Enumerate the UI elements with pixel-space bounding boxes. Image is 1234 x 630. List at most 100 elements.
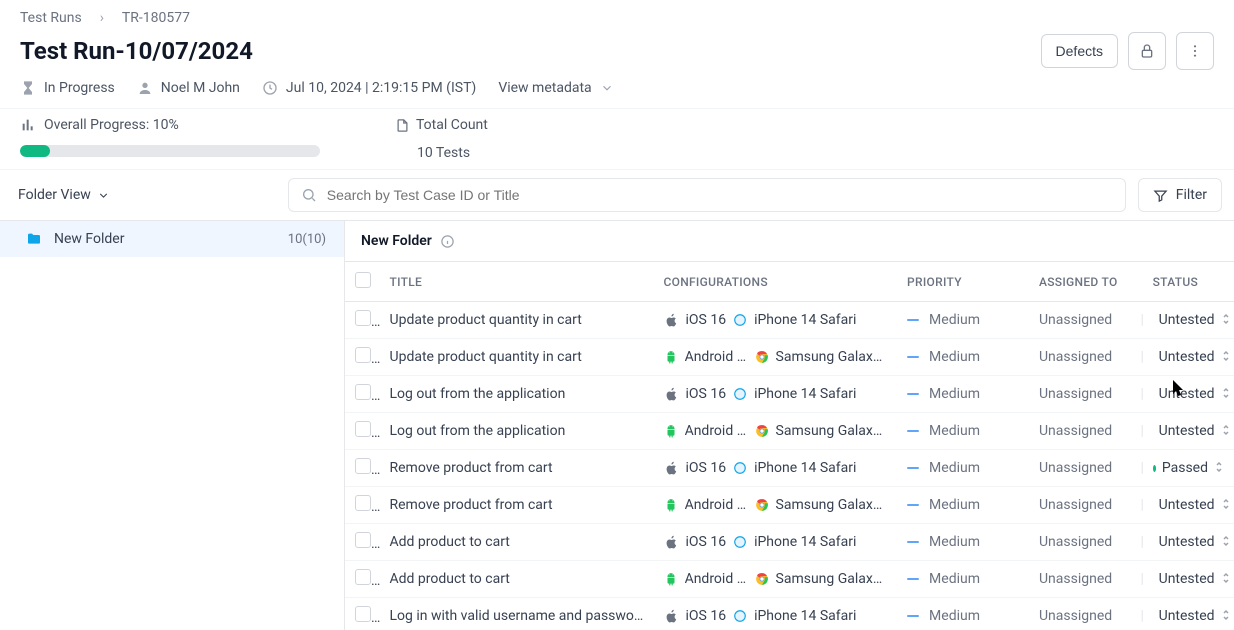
chevron-down-icon — [97, 189, 110, 202]
priority-dash-icon — [907, 615, 919, 617]
priority-dash-icon — [907, 356, 919, 358]
filter-icon — [1153, 188, 1168, 203]
status-label: Untested — [1159, 349, 1215, 365]
filter-button[interactable]: Filter — [1138, 178, 1222, 212]
column-priority[interactable]: PRIORITY — [897, 262, 1029, 302]
sidebar-folder-item[interactable]: New Folder 10(10) — [0, 221, 344, 257]
row-checkbox[interactable] — [355, 347, 371, 363]
row-status[interactable]: Untested — [1153, 534, 1224, 551]
folder-view-label: Folder View — [18, 187, 91, 203]
row-status[interactable]: Untested — [1153, 386, 1224, 403]
page-title: Test Run-10/07/2024 — [20, 37, 253, 65]
status-select-icon[interactable] — [1221, 312, 1231, 329]
row-checkbox[interactable] — [355, 532, 371, 548]
folder-view-dropdown[interactable]: Folder View — [12, 181, 116, 209]
status-select-icon[interactable] — [1221, 534, 1231, 551]
row-status[interactable]: Untested — [1153, 423, 1224, 440]
table-row[interactable]: Add product to cartAndroid 13Samsung Gal… — [345, 561, 1234, 598]
row-status[interactable]: Untested — [1153, 608, 1224, 625]
row-priority: Medium — [907, 349, 1019, 365]
status-select-icon[interactable] — [1221, 497, 1231, 514]
row-status[interactable]: Untested — [1153, 497, 1224, 514]
progress-bar — [20, 145, 320, 157]
row-assigned: Unassigned — [1029, 561, 1130, 598]
priority-dash-icon — [907, 319, 919, 321]
row-priority: Medium — [907, 386, 1019, 402]
select-all-checkbox[interactable] — [355, 272, 371, 288]
priority-dash-icon — [907, 504, 919, 506]
row-assigned: Unassigned — [1029, 413, 1130, 450]
table-row[interactable]: Remove product from cartiOS 16iPhone 14 … — [345, 450, 1234, 487]
breadcrumb-root[interactable]: Test Runs — [20, 10, 82, 26]
apple-icon — [664, 312, 680, 328]
person-icon — [137, 80, 153, 96]
column-title[interactable]: TITLE — [380, 262, 654, 302]
android-icon — [664, 349, 679, 365]
device-label: iPhone 14 Safari — [754, 386, 856, 402]
search-input[interactable] — [327, 187, 1113, 203]
row-status[interactable]: Untested — [1153, 571, 1224, 588]
row-checkbox[interactable] — [355, 495, 371, 511]
table-row[interactable]: Log out from the applicationAndroid 13Sa… — [345, 413, 1234, 450]
breadcrumb-id[interactable]: TR-180577 — [122, 10, 190, 26]
row-priority: Medium — [907, 423, 1019, 439]
row-title: Add product to cart — [380, 524, 654, 561]
lock-button[interactable] — [1128, 32, 1166, 70]
defects-button[interactable]: Defects — [1041, 34, 1118, 68]
status-select-icon[interactable] — [1221, 423, 1231, 440]
view-metadata-button[interactable]: View metadata — [498, 80, 613, 96]
search-box[interactable] — [288, 178, 1126, 212]
priority-dash-icon — [907, 541, 919, 543]
device-label: Samsung Galaxy ... — [776, 349, 888, 365]
row-checkbox[interactable] — [355, 458, 371, 474]
datetime-item: Jul 10, 2024 | 2:19:15 PM (IST) — [262, 80, 476, 96]
row-checkbox[interactable] — [355, 421, 371, 437]
info-icon[interactable] — [440, 234, 455, 249]
table-row[interactable]: Update product quantity in cartiOS 16iPh… — [345, 302, 1234, 339]
test-cases-table: TITLE CONFIGURATIONS PRIORITY ASSIGNED T… — [345, 262, 1234, 630]
row-priority: Medium — [907, 460, 1019, 476]
chevron-right-icon: › — [100, 10, 104, 26]
progress-fill — [20, 145, 50, 157]
column-status[interactable]: STATUS — [1143, 262, 1234, 302]
os-label: iOS 16 — [686, 608, 727, 624]
column-assigned[interactable]: ASSIGNED TO — [1029, 262, 1130, 302]
more-menu-button[interactable] — [1176, 32, 1214, 70]
row-status[interactable]: Untested — [1153, 312, 1224, 329]
row-checkbox[interactable] — [355, 606, 371, 622]
row-configuration: iOS 16iPhone 14 Safari — [664, 386, 888, 402]
status-select-icon[interactable] — [1221, 349, 1231, 366]
os-label: Android 13 — [685, 423, 749, 439]
column-configurations[interactable]: CONFIGURATIONS — [654, 262, 898, 302]
status-text: In Progress — [44, 80, 115, 96]
status-label: Passed — [1162, 460, 1208, 476]
table-row[interactable]: Remove product from cartAndroid 13Samsun… — [345, 487, 1234, 524]
row-checkbox[interactable] — [355, 569, 371, 585]
table-row[interactable]: Log out from the application iOS 16iPhone… — [345, 376, 1234, 413]
row-status[interactable]: Untested — [1153, 349, 1224, 366]
priority-dash-icon — [907, 578, 919, 580]
device-label: Samsung Galaxy ... — [776, 423, 888, 439]
owner-item: Noel M John — [137, 80, 240, 96]
os-label: iOS 16 — [686, 534, 727, 550]
status-select-icon[interactable] — [1221, 571, 1231, 588]
status-select-icon[interactable] — [1214, 460, 1224, 477]
table-row[interactable]: Add product to cartiOS 16iPhone 14 Safar… — [345, 524, 1234, 561]
status-select-icon[interactable] — [1221, 608, 1231, 625]
folder-icon — [26, 231, 42, 247]
row-title: Add product to cart — [380, 561, 654, 598]
row-status[interactable]: Passed — [1153, 460, 1224, 477]
owner-text: Noel M John — [161, 80, 240, 96]
row-title: Remove product from cart — [380, 487, 654, 524]
status-label: Untested — [1159, 423, 1215, 439]
row-checkbox[interactable] — [355, 384, 371, 400]
row-priority: Medium — [907, 312, 1019, 328]
table-row[interactable]: Log in with valid username and passwordi… — [345, 598, 1234, 630]
column-divider: | — [1130, 376, 1142, 413]
row-title: Log out from the application — [380, 376, 654, 413]
status-select-icon[interactable] — [1221, 386, 1231, 403]
row-checkbox[interactable] — [355, 310, 371, 326]
table-row[interactable]: Update product quantity in cartAndroid 1… — [345, 339, 1234, 376]
row-priority: Medium — [907, 608, 1019, 624]
chrome-icon — [754, 349, 769, 365]
